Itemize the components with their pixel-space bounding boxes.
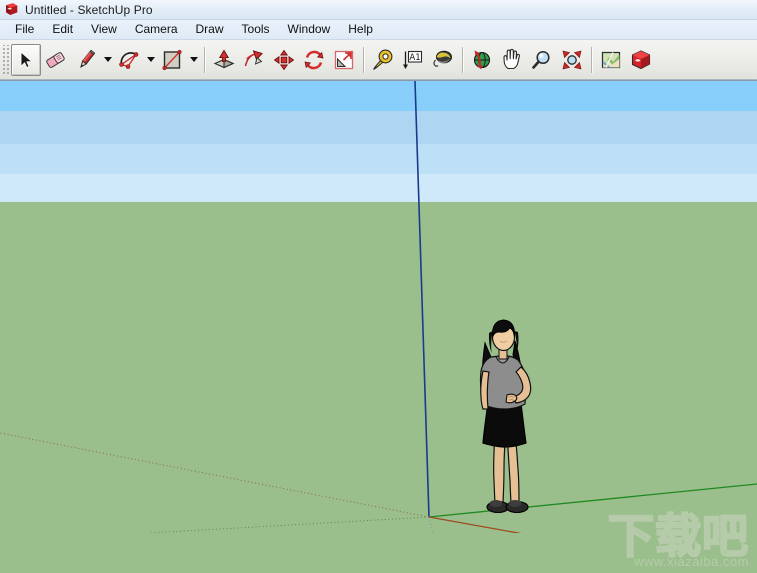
zoom-extents-tool-button[interactable]: [557, 44, 587, 76]
toolbar-separator-3: [462, 47, 463, 73]
move-arrows-icon: [272, 48, 296, 72]
paint-bucket-icon: [431, 48, 455, 72]
modeling-viewport[interactable]: 下载吧 www.xiazaiba.com: [0, 80, 757, 573]
map-terrain-icon: [599, 48, 623, 72]
menu-item-tools[interactable]: Tools: [233, 21, 279, 38]
eraser-icon: [44, 49, 68, 71]
menu-item-draw[interactable]: Draw: [187, 21, 233, 38]
toolbar-separator-1: [204, 47, 205, 73]
follow-me-icon: [242, 48, 266, 72]
scale-figure-person[interactable]: [463, 315, 545, 518]
rectangle-icon: [160, 48, 184, 72]
zoom-tool-button[interactable]: [527, 44, 557, 76]
follow-me-tool-button[interactable]: [239, 44, 269, 76]
line-tool-button[interactable]: [71, 44, 101, 76]
title-bar: Untitled - SketchUp Pro: [0, 0, 757, 20]
select-tool-button[interactable]: [11, 44, 41, 76]
menu-bar: File Edit View Camera Draw Tools Window …: [0, 20, 757, 40]
menu-item-camera[interactable]: Camera: [126, 21, 187, 38]
toolbar-separator-4: [591, 47, 592, 73]
push-pull-icon: [212, 48, 236, 72]
drawing-axes: [0, 81, 757, 533]
push-pull-tool-button[interactable]: [209, 44, 239, 76]
window-title: Untitled - SketchUp Pro: [25, 3, 153, 17]
magnifier-icon: [530, 48, 554, 72]
orbit-tool-button[interactable]: [467, 44, 497, 76]
menu-item-file[interactable]: File: [6, 21, 43, 38]
green-axis-negative: [150, 517, 429, 533]
zoom-extents-icon: [560, 48, 584, 72]
paint-bucket-tool-button[interactable]: [428, 44, 458, 76]
pan-tool-button[interactable]: [497, 44, 527, 76]
3d-warehouse-tool-button[interactable]: [626, 44, 656, 76]
rotate-tool-button[interactable]: [299, 44, 329, 76]
blue-axis: [415, 81, 429, 517]
menu-item-help[interactable]: Help: [339, 21, 382, 38]
arc-icon: [117, 48, 141, 72]
tape-measure-tool-button[interactable]: [368, 44, 398, 76]
main-toolbar: A1: [0, 40, 757, 80]
eraser-tool-button[interactable]: [41, 44, 71, 76]
move-tool-button[interactable]: [269, 44, 299, 76]
hand-pan-icon: [500, 48, 524, 72]
toolbar-separator-2: [363, 47, 364, 73]
menu-item-view[interactable]: View: [82, 21, 126, 38]
offset-tool-button[interactable]: [329, 44, 359, 76]
warehouse-box-icon: [629, 48, 653, 72]
text-tool-button[interactable]: A1: [398, 44, 428, 76]
red-axis: [429, 517, 757, 533]
line-tool-dropdown[interactable]: [101, 44, 114, 76]
get-location-tool-button[interactable]: [596, 44, 626, 76]
arc-tool-dropdown[interactable]: [144, 44, 157, 76]
svg-text:A1: A1: [409, 52, 420, 62]
text-a1-icon: A1: [401, 48, 425, 72]
offset-icon: [332, 48, 356, 72]
cursor-arrow-icon: [16, 50, 36, 70]
blue-axis-negative: [429, 517, 433, 533]
arc-tool-button[interactable]: [114, 44, 144, 76]
toolbar-drag-handle[interactable]: [2, 45, 9, 75]
sketchup-logo-icon: [4, 2, 19, 17]
pencil-icon: [74, 48, 98, 72]
menu-item-window[interactable]: Window: [279, 21, 340, 38]
rotate-arrows-icon: [302, 48, 326, 72]
orbit-icon: [470, 48, 494, 72]
rectangle-tool-dropdown[interactable]: [187, 44, 200, 76]
red-axis-negative: [0, 433, 429, 517]
sketchup-main-window: Untitled - SketchUp Pro File Edit View C…: [0, 0, 757, 573]
menu-item-edit[interactable]: Edit: [43, 21, 82, 38]
rectangle-tool-button[interactable]: [157, 44, 187, 76]
tape-measure-icon: [371, 48, 395, 72]
